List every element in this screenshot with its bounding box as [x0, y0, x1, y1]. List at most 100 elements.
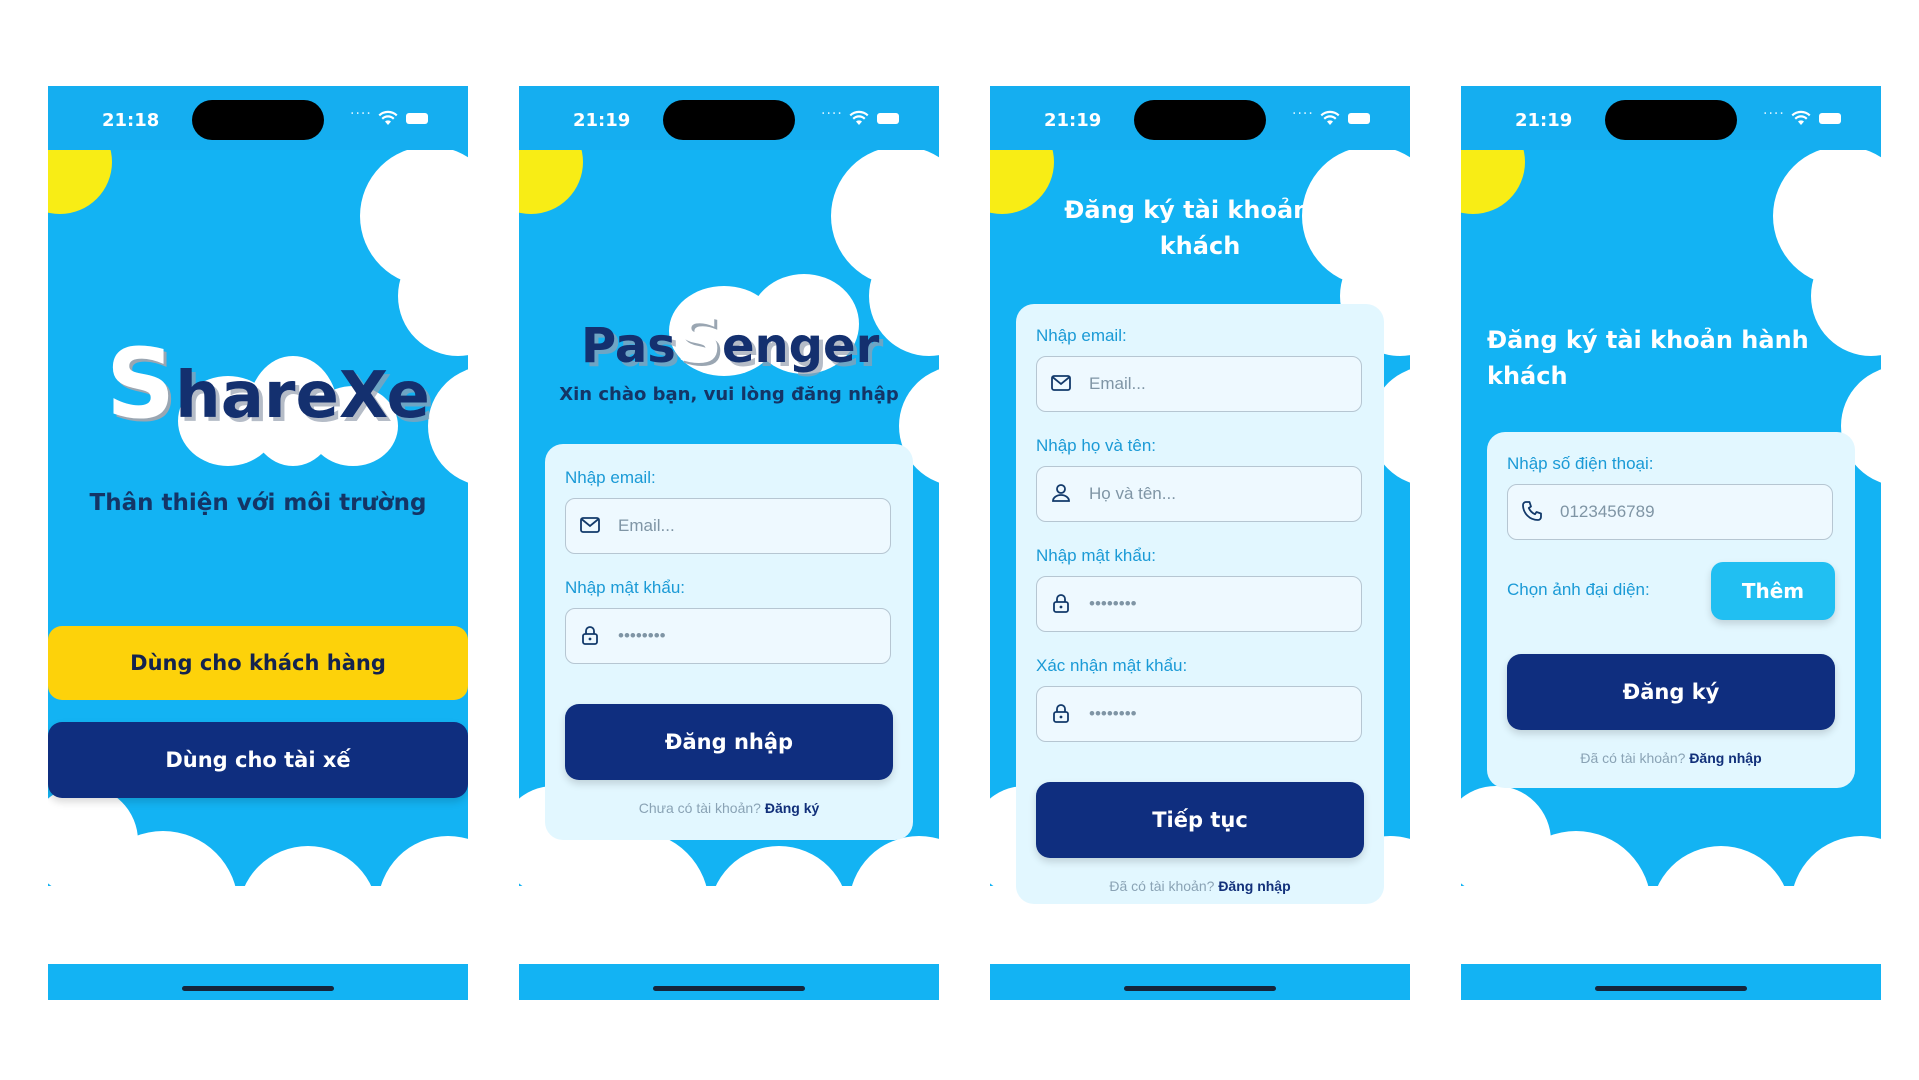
- signal-icon: ····: [350, 106, 372, 122]
- signup-card: Nhập số điện thoại: 0123456789 Chọn ảnh …: [1487, 432, 1855, 788]
- status-time: 21:19: [1044, 110, 1102, 131]
- phone-screen-signup-step1: 21:19 ···· Đăng ký tài khoản h khách Nhậ…: [990, 86, 1410, 1000]
- confirm-password-label: Xác nhận mật khẩu:: [1036, 656, 1188, 675]
- driver-button[interactable]: Dùng cho tài xế: [48, 722, 468, 798]
- signal-icon: ····: [1292, 106, 1314, 122]
- signal-icon: ····: [821, 106, 843, 122]
- customer-button[interactable]: Dùng cho khách hàng: [48, 626, 468, 700]
- status-time: 21:19: [573, 110, 631, 131]
- home-indicator[interactable]: [1595, 986, 1747, 991]
- signup-prompt: Chưa có tài khoản? Đăng ký: [545, 800, 913, 816]
- battery-icon: [1819, 113, 1841, 124]
- signup-title-line1: Đăng ký tài khoản hành: [1487, 326, 1809, 354]
- signup-title: Đăng ký tài khoản hành khách: [1487, 322, 1867, 394]
- battery-icon: [1348, 113, 1370, 124]
- password-field[interactable]: ••••••••: [565, 608, 891, 664]
- email-field[interactable]: Email...: [565, 498, 891, 554]
- dynamic-island: [1605, 100, 1737, 140]
- wifi-icon: [1791, 110, 1811, 125]
- avatar-label: Chọn ảnh đại diện:: [1507, 580, 1650, 599]
- login-prompt: Đã có tài khoản? Đăng nhập: [1016, 878, 1384, 894]
- lock-icon: [582, 626, 598, 645]
- password-value: ••••••••: [618, 626, 666, 645]
- phone-screen-login: 21:19 ···· PasSenger Xin chào bạn, vui l…: [519, 86, 939, 1000]
- wifi-icon: [849, 110, 869, 125]
- signal-icon: ····: [1763, 106, 1785, 122]
- login-prompt-text: Đã có tài khoản?: [1109, 878, 1215, 894]
- home-indicator[interactable]: [653, 986, 805, 991]
- confirm-password-field[interactable]: ••••••••: [1036, 686, 1362, 742]
- status-time: 21:19: [1515, 110, 1573, 131]
- confirm-password-value: ••••••••: [1089, 704, 1137, 723]
- dynamic-island: [1134, 100, 1266, 140]
- mail-icon: [1051, 375, 1071, 391]
- status-bar: 21:19 ····: [990, 86, 1410, 150]
- lock-icon: [1053, 704, 1069, 723]
- wifi-icon: [1320, 110, 1340, 125]
- cloud-decoration: [48, 886, 468, 914]
- name-field[interactable]: Họ và tên...: [1036, 466, 1362, 522]
- login-prompt-text: Đã có tài khoản?: [1580, 750, 1686, 766]
- continue-button[interactable]: Tiếp tục: [1036, 782, 1364, 858]
- lock-icon: [1053, 594, 1069, 613]
- status-time: 21:18: [102, 110, 160, 131]
- home-bar: [519, 964, 939, 1000]
- dynamic-island: [663, 100, 795, 140]
- signup-link[interactable]: Đăng ký: [765, 800, 819, 816]
- phone-placeholder: 0123456789: [1560, 502, 1655, 521]
- battery-icon: [406, 113, 428, 124]
- home-bar: [1461, 964, 1881, 1000]
- login-link[interactable]: Đăng nhập: [1689, 750, 1761, 766]
- email-label: Nhập email:: [1036, 326, 1127, 345]
- login-prompt: Đã có tài khoản? Đăng nhập: [1487, 750, 1855, 766]
- signup-title: Đăng ký tài khoản h khách: [990, 192, 1410, 264]
- cloud-decoration: [519, 886, 939, 914]
- dynamic-island: [192, 100, 324, 140]
- home-indicator[interactable]: [182, 986, 334, 991]
- signup-title-line2: khách: [1159, 232, 1241, 260]
- home-indicator[interactable]: [1124, 986, 1276, 991]
- sharexe-logo: ShareXe: [106, 328, 430, 440]
- tagline: Thân thiện với môi trường: [89, 490, 427, 516]
- name-placeholder: Họ và tên...: [1089, 484, 1176, 503]
- phone-icon: [1522, 501, 1542, 521]
- password-field[interactable]: ••••••••: [1036, 576, 1362, 632]
- password-label: Nhập mật khẩu:: [565, 578, 686, 597]
- phone-field[interactable]: 0123456789: [1507, 484, 1833, 540]
- signup-title-line2: khách: [1487, 362, 1568, 390]
- battery-icon: [877, 113, 899, 124]
- name-label: Nhập họ và tên:: [1036, 436, 1157, 455]
- phone-label: Nhập số điện thoại:: [1507, 454, 1654, 473]
- mail-icon: [580, 517, 600, 533]
- phone-screen-welcome: 21:18 ···· ShareXe Thân thiện với môi tr…: [48, 86, 468, 1000]
- app-screen: 21:19 ···· Đăng ký tài khoản hành khách …: [1461, 86, 1881, 914]
- passenger-logo: PasSenger: [581, 304, 880, 378]
- signup-prompt-text: Chưa có tài khoản?: [638, 800, 761, 816]
- email-field[interactable]: Email...: [1036, 356, 1362, 412]
- phone-screen-signup-step2: 21:19 ···· Đăng ký tài khoản hành khách …: [1461, 86, 1881, 1000]
- signup-title-line1: Đăng ký tài khoản h: [1064, 196, 1336, 224]
- signup-card: Nhập email: Email... Nhập họ và tên: Họ …: [1016, 304, 1384, 904]
- app-screen: 21:19 ···· PasSenger Xin chào bạn, vui l…: [519, 86, 939, 914]
- status-bar: 21:19 ····: [519, 86, 939, 150]
- cloud-decoration: [1461, 886, 1881, 914]
- email-placeholder: Email...: [1089, 374, 1146, 393]
- email-label: Nhập email:: [565, 468, 656, 487]
- status-bar: 21:18 ····: [48, 86, 468, 150]
- app-screen: 21:19 ···· Đăng ký tài khoản h khách Nhậ…: [990, 86, 1410, 914]
- wifi-icon: [378, 110, 398, 125]
- cloud-decoration: [428, 366, 468, 486]
- add-avatar-button[interactable]: Thêm: [1711, 562, 1835, 620]
- password-label: Nhập mật khẩu:: [1036, 546, 1157, 565]
- register-button[interactable]: Đăng ký: [1507, 654, 1835, 730]
- user-icon: [1052, 484, 1070, 502]
- email-placeholder: Email...: [618, 516, 675, 535]
- login-button[interactable]: Đăng nhập: [565, 704, 893, 780]
- app-screen: 21:18 ···· ShareXe Thân thiện với môi tr…: [48, 86, 468, 914]
- status-bar: 21:19 ····: [1461, 86, 1881, 150]
- login-link[interactable]: Đăng nhập: [1218, 878, 1290, 894]
- login-card: Nhập email: Email... Nhập mật khẩu: ••••…: [545, 444, 913, 840]
- home-bar: [48, 964, 468, 1000]
- home-bar: [990, 964, 1410, 1000]
- login-subtitle: Xin chào bạn, vui lòng đăng nhập: [559, 384, 899, 405]
